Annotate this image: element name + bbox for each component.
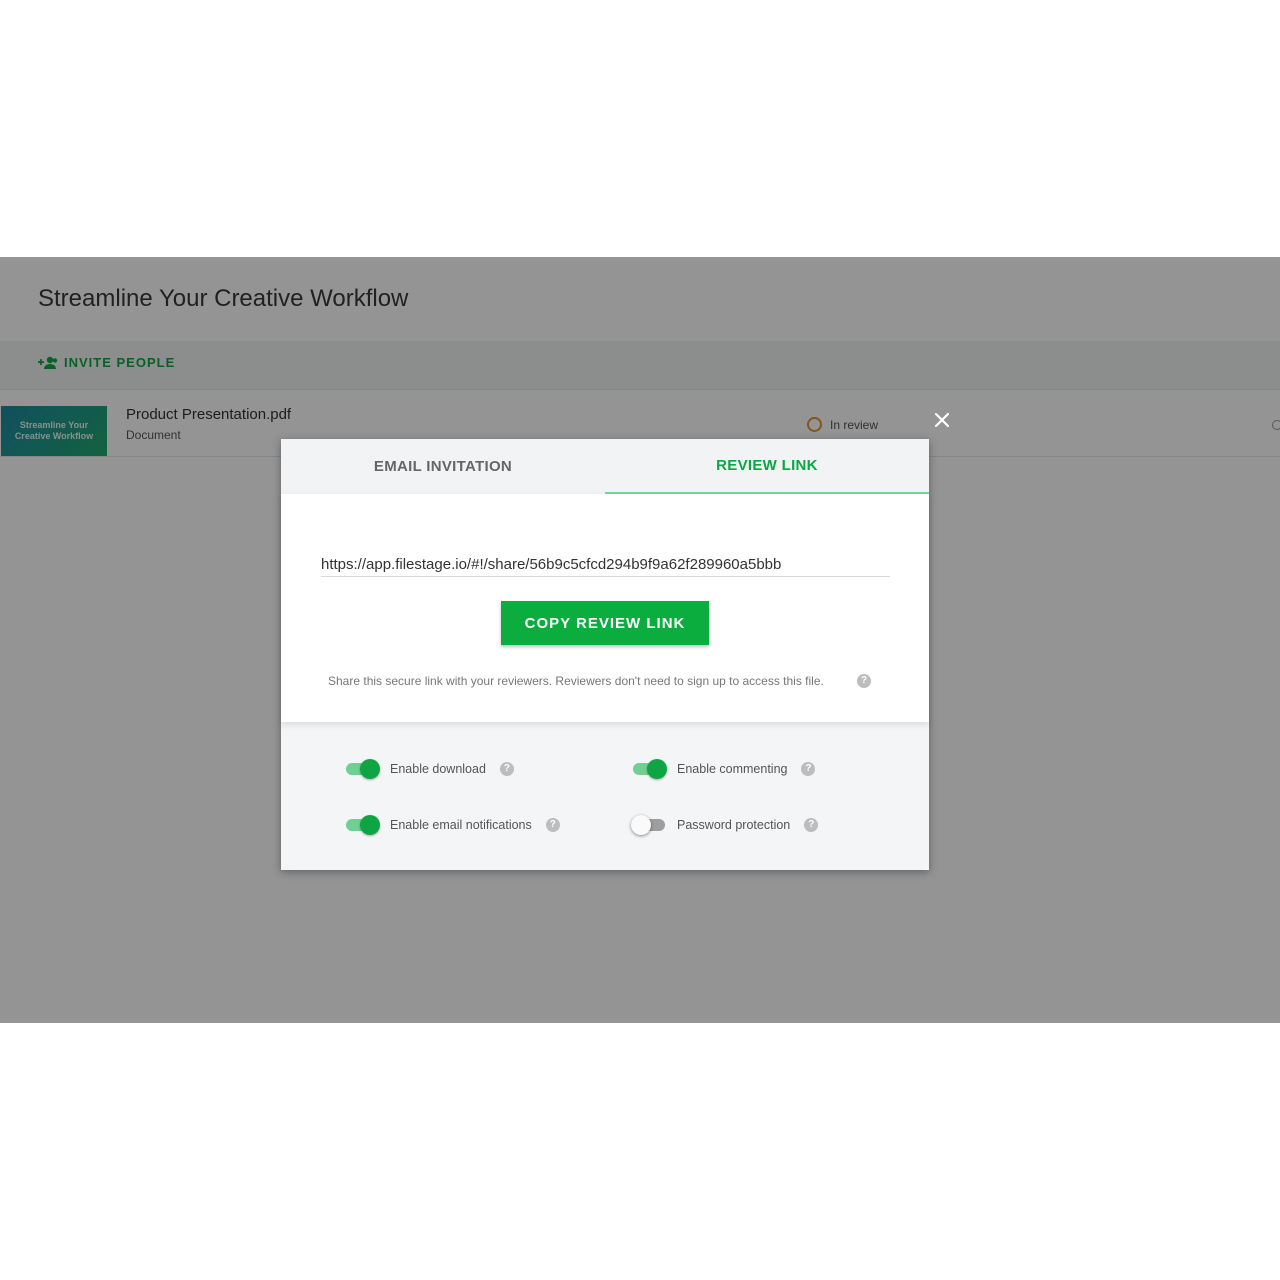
option-password-protection: Password protection ? — [631, 815, 819, 835]
toggle-enable-email-notifications[interactable] — [346, 815, 380, 835]
option-enable-email-notifications: Enable email notifications ? — [346, 815, 560, 835]
option-enable-download: Enable download ? — [346, 759, 514, 779]
review-link-field[interactable] — [321, 552, 890, 577]
help-icon[interactable]: ? — [801, 762, 816, 776]
toggle-knob — [647, 759, 667, 779]
review-link-panel: COPY REVIEW LINK Share this secure link … — [281, 494, 929, 722]
toggle-password-protection[interactable] — [631, 815, 665, 835]
share-tabs: EMAIL INVITATION REVIEW LINK — [281, 439, 929, 494]
tab-review-link[interactable]: REVIEW LINK — [605, 439, 929, 494]
help-icon[interactable]: ? — [804, 818, 819, 832]
toggle-knob — [360, 815, 380, 835]
help-icon[interactable]: ? — [499, 762, 514, 776]
toggle-knob — [631, 815, 651, 835]
tab-email-invitation[interactable]: EMAIL INVITATION — [281, 439, 605, 494]
help-icon[interactable]: ? — [545, 818, 560, 832]
close-icon — [934, 412, 950, 428]
review-link-hint: Share this secure link with your reviewe… — [328, 674, 824, 688]
option-label: Enable download — [390, 762, 486, 776]
close-modal-button[interactable] — [931, 409, 953, 431]
copy-review-link-button[interactable]: COPY REVIEW LINK — [501, 601, 709, 645]
share-modal: EMAIL INVITATION REVIEW LINK COPY REVIEW… — [281, 439, 929, 870]
help-icon[interactable]: ? — [857, 674, 871, 688]
link-options: Enable download ? Enable commenting ? En… — [281, 722, 929, 870]
toggle-enable-download[interactable] — [346, 759, 380, 779]
option-enable-commenting: Enable commenting ? — [633, 759, 816, 779]
toggle-enable-commenting[interactable] — [633, 759, 667, 779]
option-label: Password protection — [677, 818, 791, 832]
option-label: Enable email notifications — [390, 818, 532, 832]
option-label: Enable commenting — [677, 762, 788, 776]
toggle-knob — [360, 759, 380, 779]
